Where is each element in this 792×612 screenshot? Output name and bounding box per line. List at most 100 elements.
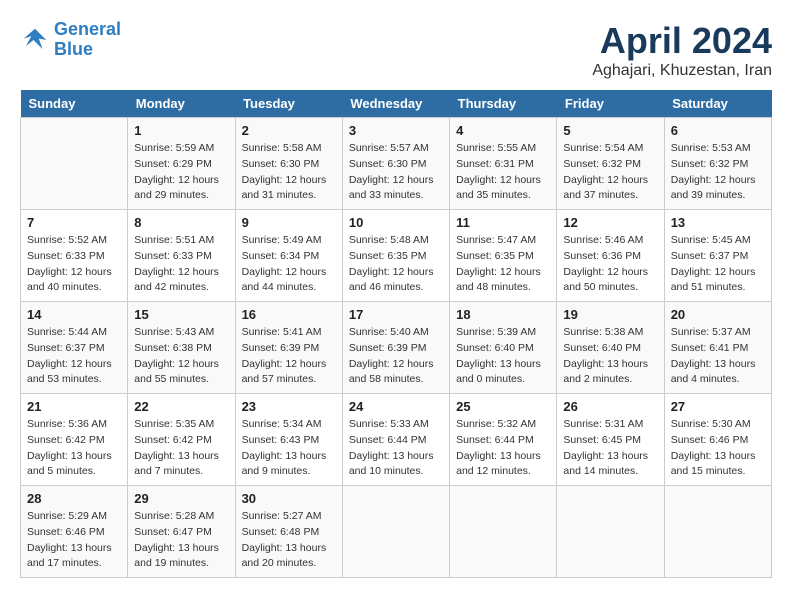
calendar-cell: 21Sunrise: 5:36 AM Sunset: 6:42 PM Dayli… — [21, 394, 128, 486]
logo: General Blue — [20, 20, 121, 60]
page-title: April 2024 — [592, 20, 772, 62]
weekday-header-tuesday: Tuesday — [235, 90, 342, 118]
calendar-table: SundayMondayTuesdayWednesdayThursdayFrid… — [20, 90, 772, 578]
calendar-cell: 4 Sunrise: 5:55 AM Sunset: 6:31 PM Daylig… — [450, 118, 557, 210]
day-number: 24 — [349, 399, 443, 414]
day-info: Sunrise: 5:29 AM Sunset: 6:46 PM Dayligh… — [27, 509, 121, 572]
calendar-cell: 30Sunrise: 5:27 AM Sunset: 6:48 PM Dayli… — [235, 486, 342, 578]
calendar-week-3: 14 Sunrise: 5:44 AM Sunset: 6:37 PM Dayli… — [21, 302, 772, 394]
day-info: Sunrise: 5:33 AM Sunset: 6:44 PM Dayligh… — [349, 417, 443, 480]
calendar-cell: 14 Sunrise: 5:44 AM Sunset: 6:37 PM Dayli… — [21, 302, 128, 394]
calendar-cell: 3 Sunrise: 5:57 AM Sunset: 6:30 PM Daylig… — [342, 118, 449, 210]
calendar-cell: 12 Sunrise: 5:46 AM Sunset: 6:36 PM Dayli… — [557, 210, 664, 302]
day-number: 16 — [242, 307, 336, 322]
day-number: 1 — [134, 123, 228, 138]
weekday-header-sunday: Sunday — [21, 90, 128, 118]
calendar-cell: 28 Sunrise: 5:29 AM Sunset: 6:46 PM Dayli… — [21, 486, 128, 578]
day-number: 3 — [349, 123, 443, 138]
day-info: Sunrise: 5:37 AM Sunset: 6:41 PM Dayligh… — [671, 325, 765, 388]
day-info: Sunrise: 5:58 AM Sunset: 6:30 PM Dayligh… — [242, 141, 336, 204]
calendar-cell: 26 Sunrise: 5:31 AM Sunset: 6:45 PM Dayli… — [557, 394, 664, 486]
calendar-cell: 5 Sunrise: 5:54 AM Sunset: 6:32 PM Daylig… — [557, 118, 664, 210]
day-number: 28 — [27, 491, 121, 506]
day-info: Sunrise: 5:30 AM Sunset: 6:46 PM Dayligh… — [671, 417, 765, 480]
day-number: 10 — [349, 215, 443, 230]
day-number: 5 — [563, 123, 657, 138]
day-info: Sunrise: 5:53 AM Sunset: 6:32 PM Dayligh… — [671, 141, 765, 204]
calendar-cell — [664, 486, 771, 578]
calendar-cell: 17 Sunrise: 5:40 AM Sunset: 6:39 PM Dayli… — [342, 302, 449, 394]
calendar-cell: 18 Sunrise: 5:39 AM Sunset: 6:40 PM Dayli… — [450, 302, 557, 394]
calendar-header-row: SundayMondayTuesdayWednesdayThursdayFrid… — [21, 90, 772, 118]
calendar-cell: 11Sunrise: 5:47 AM Sunset: 6:35 PM Dayli… — [450, 210, 557, 302]
day-number: 4 — [456, 123, 550, 138]
calendar-cell: 8 Sunrise: 5:51 AM Sunset: 6:33 PM Daylig… — [128, 210, 235, 302]
day-number: 20 — [671, 307, 765, 322]
day-info: Sunrise: 5:36 AM Sunset: 6:42 PM Dayligh… — [27, 417, 121, 480]
calendar-week-1: 1 Sunrise: 5:59 AM Sunset: 6:29 PM Daylig… — [21, 118, 772, 210]
day-info: Sunrise: 5:47 AM Sunset: 6:35 PM Dayligh… — [456, 233, 550, 296]
day-number: 27 — [671, 399, 765, 414]
day-info: Sunrise: 5:39 AM Sunset: 6:40 PM Dayligh… — [456, 325, 550, 388]
day-info: Sunrise: 5:51 AM Sunset: 6:33 PM Dayligh… — [134, 233, 228, 296]
calendar-cell: 1 Sunrise: 5:59 AM Sunset: 6:29 PM Daylig… — [128, 118, 235, 210]
day-info: Sunrise: 5:49 AM Sunset: 6:34 PM Dayligh… — [242, 233, 336, 296]
day-number: 23 — [242, 399, 336, 414]
calendar-cell: 2 Sunrise: 5:58 AM Sunset: 6:30 PM Daylig… — [235, 118, 342, 210]
day-number: 13 — [671, 215, 765, 230]
calendar-cell: 24 Sunrise: 5:33 AM Sunset: 6:44 PM Dayli… — [342, 394, 449, 486]
calendar-cell — [342, 486, 449, 578]
calendar-body: 1 Sunrise: 5:59 AM Sunset: 6:29 PM Daylig… — [21, 118, 772, 578]
day-info: Sunrise: 5:31 AM Sunset: 6:45 PM Dayligh… — [563, 417, 657, 480]
day-info: Sunrise: 5:28 AM Sunset: 6:47 PM Dayligh… — [134, 509, 228, 572]
day-info: Sunrise: 5:35 AM Sunset: 6:42 PM Dayligh… — [134, 417, 228, 480]
logo-icon — [20, 25, 50, 55]
calendar-cell: 13Sunrise: 5:45 AM Sunset: 6:37 PM Dayli… — [664, 210, 771, 302]
day-number: 2 — [242, 123, 336, 138]
day-number: 12 — [563, 215, 657, 230]
weekday-header-thursday: Thursday — [450, 90, 557, 118]
calendar-cell: 6 Sunrise: 5:53 AM Sunset: 6:32 PM Daylig… — [664, 118, 771, 210]
calendar-cell: 16Sunrise: 5:41 AM Sunset: 6:39 PM Dayli… — [235, 302, 342, 394]
weekday-header-wednesday: Wednesday — [342, 90, 449, 118]
calendar-cell: 20 Sunrise: 5:37 AM Sunset: 6:41 PM Dayli… — [664, 302, 771, 394]
day-number: 6 — [671, 123, 765, 138]
day-number: 26 — [563, 399, 657, 414]
day-info: Sunrise: 5:40 AM Sunset: 6:39 PM Dayligh… — [349, 325, 443, 388]
calendar-cell — [21, 118, 128, 210]
day-number: 17 — [349, 307, 443, 322]
day-number: 25 — [456, 399, 550, 414]
weekday-header-monday: Monday — [128, 90, 235, 118]
day-info: Sunrise: 5:54 AM Sunset: 6:32 PM Dayligh… — [563, 141, 657, 204]
day-number: 9 — [242, 215, 336, 230]
day-info: Sunrise: 5:38 AM Sunset: 6:40 PM Dayligh… — [563, 325, 657, 388]
calendar-cell: 19 Sunrise: 5:38 AM Sunset: 6:40 PM Dayli… — [557, 302, 664, 394]
day-info: Sunrise: 5:55 AM Sunset: 6:31 PM Dayligh… — [456, 141, 550, 204]
day-info: Sunrise: 5:27 AM Sunset: 6:48 PM Dayligh… — [242, 509, 336, 572]
day-info: Sunrise: 5:43 AM Sunset: 6:38 PM Dayligh… — [134, 325, 228, 388]
calendar-week-4: 21Sunrise: 5:36 AM Sunset: 6:42 PM Dayli… — [21, 394, 772, 486]
page-header: General Blue April 2024 Aghajari, Khuzes… — [20, 20, 772, 80]
calendar-cell: 25Sunrise: 5:32 AM Sunset: 6:44 PM Dayli… — [450, 394, 557, 486]
day-number: 8 — [134, 215, 228, 230]
calendar-week-5: 28 Sunrise: 5:29 AM Sunset: 6:46 PM Dayli… — [21, 486, 772, 578]
day-info: Sunrise: 5:46 AM Sunset: 6:36 PM Dayligh… — [563, 233, 657, 296]
calendar-cell: 29Sunrise: 5:28 AM Sunset: 6:47 PM Dayli… — [128, 486, 235, 578]
calendar-cell: 27 Sunrise: 5:30 AM Sunset: 6:46 PM Dayli… — [664, 394, 771, 486]
weekday-header-friday: Friday — [557, 90, 664, 118]
calendar-cell — [450, 486, 557, 578]
day-info: Sunrise: 5:48 AM Sunset: 6:35 PM Dayligh… — [349, 233, 443, 296]
logo-general: General — [54, 19, 121, 39]
day-info: Sunrise: 5:59 AM Sunset: 6:29 PM Dayligh… — [134, 141, 228, 204]
logo-blue: Blue — [54, 39, 93, 59]
calendar-cell: 22Sunrise: 5:35 AM Sunset: 6:42 PM Dayli… — [128, 394, 235, 486]
day-number: 14 — [27, 307, 121, 322]
day-info: Sunrise: 5:57 AM Sunset: 6:30 PM Dayligh… — [349, 141, 443, 204]
calendar-cell: 7Sunrise: 5:52 AM Sunset: 6:33 PM Daylig… — [21, 210, 128, 302]
day-info: Sunrise: 5:44 AM Sunset: 6:37 PM Dayligh… — [27, 325, 121, 388]
day-number: 15 — [134, 307, 228, 322]
logo-text: General Blue — [54, 20, 121, 60]
day-info: Sunrise: 5:34 AM Sunset: 6:43 PM Dayligh… — [242, 417, 336, 480]
day-number: 19 — [563, 307, 657, 322]
day-number: 18 — [456, 307, 550, 322]
